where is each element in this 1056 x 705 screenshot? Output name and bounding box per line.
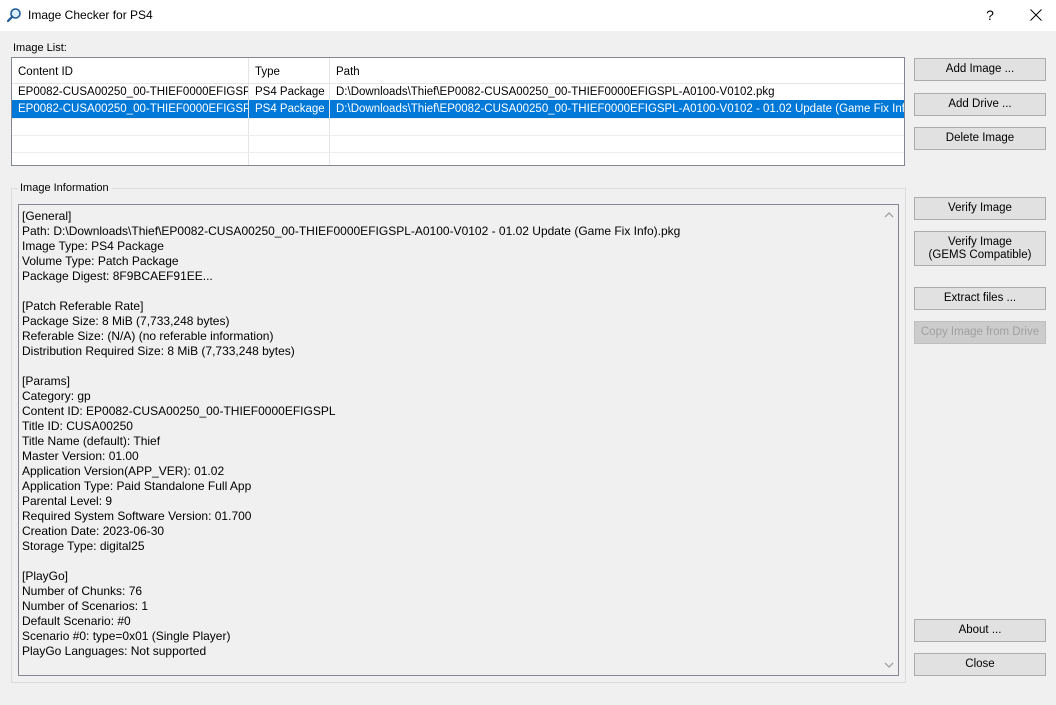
info-line: Scenario #0: type=0x01 (Single Player) [22,629,231,643]
column-divider [329,58,330,165]
info-line: Creation Date: 2023-06-30 [22,524,165,538]
info-line: Storage Type: digital25 [22,539,145,553]
verify-image-gems-line1: Verify Image [948,236,1012,248]
add-image-button[interactable]: Add Image ... [914,58,1046,81]
cell-content-id: EP0082-CUSA00250_00-THIEF0000EFIGSPL [12,100,249,118]
image-list[interactable]: Content ID Type Path EP0082-CUSA00250_00… [11,57,905,166]
info-line: [PlayGo] [22,569,69,583]
info-line: Required System Software Version: 01.700 [22,509,252,523]
info-line: PlayGo Languages: Not supported [22,644,207,658]
info-line: Package Size: 8 MiB (7,733,248 bytes) [22,314,230,328]
cell-type: PS4 Package [255,86,325,98]
info-line: [General] [22,209,72,223]
info-line: [Params] [22,374,71,388]
cell-type: PS4 Package [249,100,330,118]
table-row[interactable]: EP0082-CUSA00250_00-THIEF0000EFIGSPL PS4… [12,83,904,101]
about-button[interactable]: About ... [914,619,1046,642]
cell-path: D:\Downloads\Thief\EP0082-CUSA00250_00-T… [336,86,775,98]
row-divider [12,135,904,136]
info-line: Default Scenario: #0 [22,614,131,628]
close-button[interactable]: Close [914,653,1046,676]
info-line [22,359,877,374]
verify-image-gems-line2: (GEMS Compatible) [928,249,1032,261]
chevron-down-icon[interactable] [883,659,895,671]
cell-path: D:\Downloads\Thief\EP0082-CUSA00250_00-T… [330,100,904,118]
delete-image-button[interactable]: Delete Image [914,127,1046,150]
info-line: Title Name (default): Thief [22,434,161,448]
column-divider [248,58,249,165]
info-line: Number of Scenarios: 1 [22,599,149,613]
info-line: Master Version: 01.00 [22,449,139,463]
column-header-type[interactable]: Type [249,61,330,83]
chevron-up-icon[interactable] [883,209,895,221]
info-line: Volume Type: Patch Package [22,254,179,268]
window-close-button[interactable] [1013,0,1056,31]
row-divider [12,152,904,153]
image-list-label: Image List: [13,42,67,54]
info-line: Distribution Required Size: 8 MiB (7,733… [22,344,295,358]
info-line: Application Version(APP_VER): 01.02 [22,464,225,478]
info-line: [Patch Referable Rate] [22,299,144,313]
info-line: Image Type: PS4 Package [22,239,164,253]
column-header-content-id[interactable]: Content ID [12,61,249,83]
copy-image-from-drive-button[interactable]: Copy Image from Drive [914,321,1046,344]
cell-content-id: EP0082-CUSA00250_00-THIEF0000EFIGSPL [18,86,249,98]
verify-image-button[interactable]: Verify Image [914,197,1046,220]
magnifier-icon [6,7,22,23]
close-icon [1030,9,1042,21]
verify-image-gems-button[interactable]: Verify Image (GEMS Compatible) [914,231,1046,266]
window-title: Image Checker for PS4 [28,8,153,22]
info-line: Path: D:\Downloads\Thief\EP0082-CUSA0025… [22,224,681,238]
row-divider [12,118,904,119]
help-button[interactable]: ? [967,0,1013,31]
table-row-selected[interactable]: EP0082-CUSA00250_00-THIEF0000EFIGSPL PS4… [12,100,904,118]
image-information-text: [General] Path: D:\Downloads\Thief\EP0082… [22,209,877,659]
info-line: Content ID: EP0082-CUSA00250_00-THIEF000… [22,404,336,418]
info-line: Title ID: CUSA00250 [22,419,133,433]
info-line [22,554,877,569]
column-header-path[interactable]: Path [330,61,904,83]
image-information-label: Image Information [18,182,112,194]
title-bar: Image Checker for PS4 ? [0,0,1056,31]
extract-files-button[interactable]: Extract files ... [914,287,1046,310]
info-line: Referable Size: (N/A) (no referable info… [22,329,274,343]
info-line: Package Digest: 8F9BCAEF91EE... [22,269,213,283]
info-line: Parental Level: 9 [22,494,113,508]
info-line [22,284,877,299]
list-header: Content ID Type Path [12,61,904,84]
image-information-textbox[interactable]: [General] Path: D:\Downloads\Thief\EP0082… [18,204,899,676]
info-line: Application Type: Paid Standalone Full A… [22,479,252,493]
info-line: Number of Chunks: 76 [22,584,143,598]
info-line: Category: gp [22,389,91,403]
add-drive-button[interactable]: Add Drive ... [914,93,1046,116]
